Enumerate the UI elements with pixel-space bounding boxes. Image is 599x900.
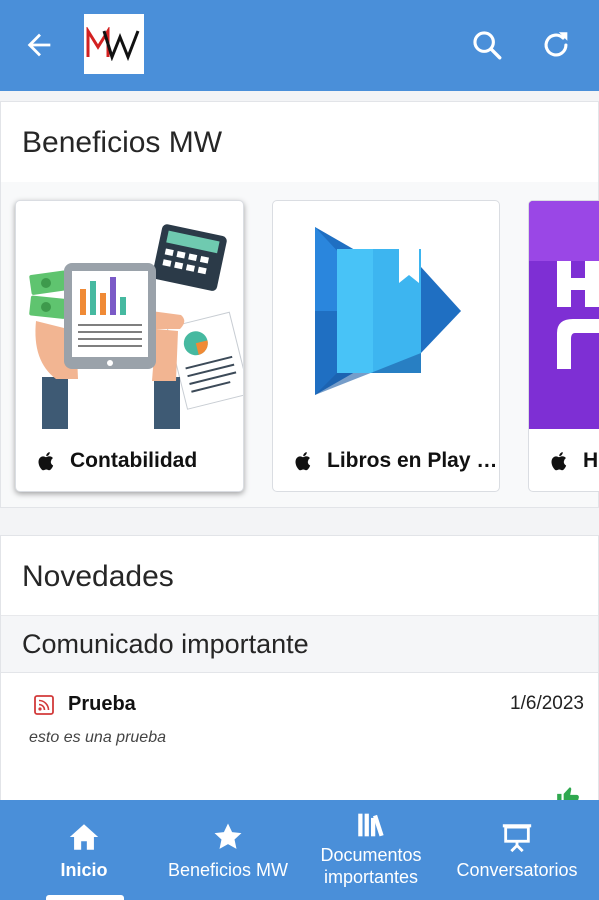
news-item[interactable]: Prueba 1/6/2023 esto es una prueba [1,673,598,813]
benefit-caption: Libros en Play Books [273,447,499,475]
back-arrow-icon [27,33,51,57]
nav-label: Documentos importantes [320,845,422,887]
library-icon [354,808,388,842]
nav-item-documentos[interactable]: Documentos importantes [308,800,434,900]
play-books-logo [273,201,499,429]
news-item-title: Prueba [68,693,136,715]
refresh-button[interactable] [535,24,577,66]
benefit-caption: H [529,447,599,475]
news-section: Novedades Comunicado importante Prueba 1… [0,535,599,815]
nav-label: Beneficios MW [167,860,289,880]
star-icon [211,820,245,854]
bottom-navigation: Inicio Beneficios MW Documentos importan… [0,800,599,900]
nav-item-inicio[interactable]: Inicio [28,800,140,900]
benefit-tile-libros[interactable]: Libros en Play Books [272,200,500,492]
news-title: Novedades [22,560,174,593]
rss-icon [34,695,54,715]
benefit-label: Contabilidad [70,449,198,472]
search-button[interactable] [466,24,508,66]
search-icon [473,31,502,60]
benefits-title: Beneficios MW [22,126,223,159]
active-tab-indicator [46,895,124,900]
nav-item-conversatorios[interactable]: Conversatorios [444,800,590,900]
home-icon [67,820,101,854]
top-app-bar [0,0,599,91]
benefit-caption: Contabilidad [16,447,243,475]
nav-item-beneficios[interactable]: Beneficios MW [158,800,298,900]
hbo-max-logo [529,201,599,429]
apple-icon [295,452,311,471]
benefits-header: Beneficios MW [1,102,598,182]
news-category-title: Comunicado importante [22,629,309,659]
news-item-body: esto es una prueba [29,729,166,746]
benefit-tile-h[interactable]: H [528,200,599,492]
back-button[interactable] [18,24,60,66]
benefit-tile-contabilidad[interactable]: Contabilidad [15,200,244,492]
news-item-date: 1/6/2023 [510,693,584,714]
nav-label: Inicio [60,860,108,880]
accounting-illustration [16,201,243,429]
benefit-label: Libros en Play Books [327,449,499,472]
apple-icon [551,452,567,471]
benefit-label: H [583,449,599,472]
benefits-section: Beneficios MW Contabilidad Libros en Pla… [0,101,599,508]
presentation-icon [500,820,534,854]
app-logo [84,14,144,74]
apple-icon [38,452,54,471]
refresh-icon [544,32,568,57]
news-category-header: Comunicado importante [1,615,598,673]
nav-label: Conversatorios [456,860,578,880]
